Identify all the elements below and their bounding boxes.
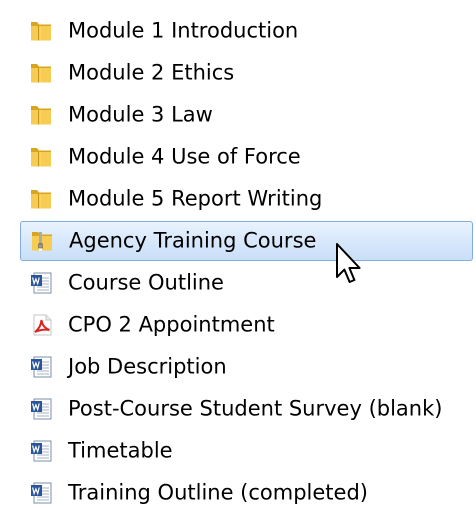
list-item-label: Module 4 Use of Force [68,144,301,169]
folder-icon [29,61,53,85]
folder-icon [29,103,53,127]
list-item-module-2-ethics[interactable]: Module 2 Ethics [20,54,473,92]
list-item-label: Training Outline (completed) [68,480,368,505]
list-item-job-description[interactable]: Job Description [20,348,473,386]
list-item-agency-training-course[interactable]: Agency Training Course [20,221,473,261]
list-item-module-4-use-of-force[interactable]: Module 4 Use of Force [20,138,473,176]
folder-icon [29,187,53,211]
list-item-course-outline[interactable]: Course Outline [20,264,473,302]
list-item-label: Course Outline [68,270,224,295]
list-item-cpo-2-appointment[interactable]: CPO 2 Appointment [20,306,473,344]
word-document-icon [29,397,53,421]
file-list: Module 1 Introduction Module 2 Ethics Mo… [0,0,476,508]
list-item-label: Module 5 Report Writing [68,186,323,211]
list-item-training-outline-completed[interactable]: Training Outline (completed) [20,474,473,508]
list-item-label: Job Description [68,354,227,379]
word-document-icon [29,481,53,505]
folder-icon [29,145,53,169]
list-item-label: Module 1 Introduction [68,18,299,43]
zip-folder-icon [30,229,54,253]
list-item-label: Post-Course Student Survey (blank) [68,396,443,421]
list-item-label: Agency Training Course [69,228,317,253]
list-item-timetable[interactable]: Timetable [20,432,473,470]
pdf-document-icon [29,313,53,337]
list-item-label: CPO 2 Appointment [68,312,275,337]
list-item-label: Timetable [68,438,173,463]
list-item-module-5-report-writing[interactable]: Module 5 Report Writing [20,180,473,218]
word-document-icon [29,439,53,463]
word-document-icon [29,355,53,379]
list-item-post-course-student-survey[interactable]: Post-Course Student Survey (blank) [20,390,473,428]
mouse-pointer-icon [336,243,361,283]
list-item-module-1-introduction[interactable]: Module 1 Introduction [20,12,473,50]
list-item-label: Module 3 Law [68,102,213,127]
list-item-module-3-law[interactable]: Module 3 Law [20,96,473,134]
list-item-label: Module 2 Ethics [68,60,235,85]
folder-icon [29,19,53,43]
word-document-icon [29,271,53,295]
